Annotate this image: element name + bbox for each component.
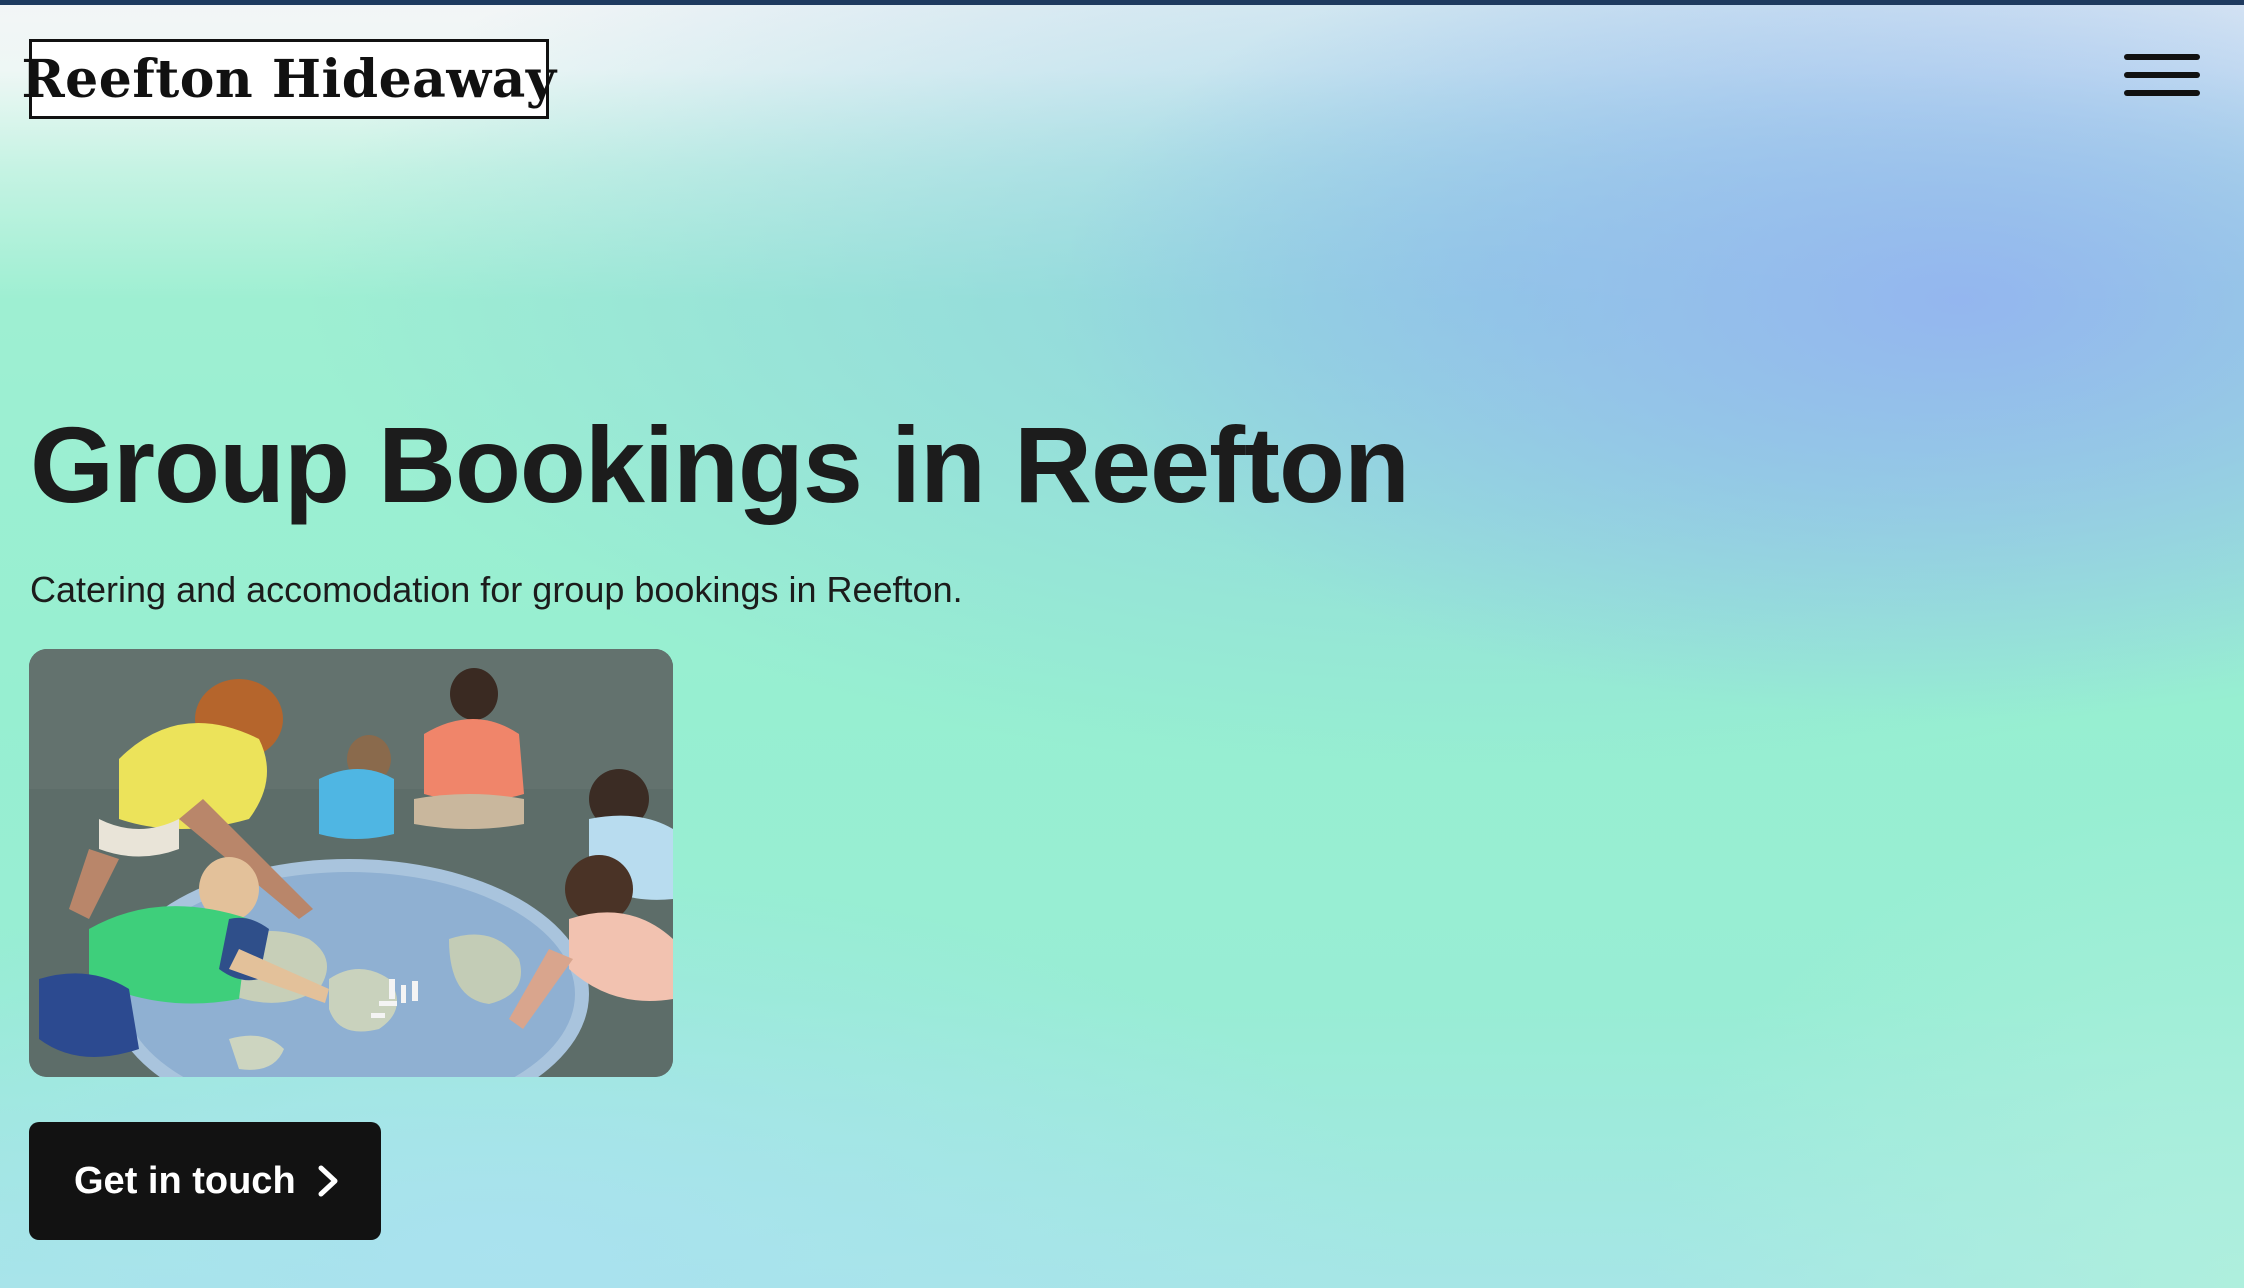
hamburger-menu-icon[interactable] <box>2124 52 2200 102</box>
get-in-touch-button[interactable]: Get in touch <box>29 1122 381 1240</box>
get-in-touch-label: Get in touch <box>74 1159 296 1202</box>
site-logo[interactable]: Reefton Hideaway <box>21 39 556 119</box>
top-accent-bar <box>0 0 2244 5</box>
children-drawing-globe-illustration <box>29 649 673 1077</box>
chevron-right-icon <box>316 1163 340 1199</box>
page-background <box>0 0 2244 1288</box>
hero-photo <box>29 649 673 1077</box>
page-subtitle: Catering and accomodation for group book… <box>30 569 963 610</box>
menu-bar-bottom <box>2124 90 2200 96</box>
menu-bar-middle <box>2124 72 2200 78</box>
menu-bar-top <box>2124 54 2200 60</box>
page-title: Group Bookings in Reefton <box>30 404 1410 525</box>
